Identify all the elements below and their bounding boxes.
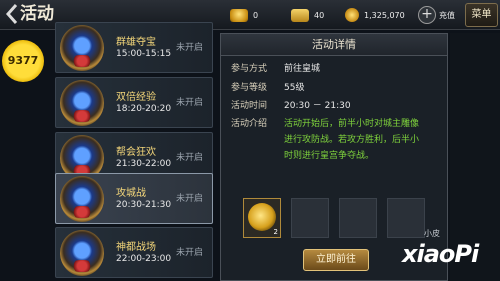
activity-row-double-exp[interactable]: 双倍经验 18:20-20:20 未开启	[55, 77, 213, 128]
detail-label: 参与等级	[231, 83, 268, 93]
activity-emblem-icon	[60, 80, 104, 126]
reward-slot-empty	[291, 198, 329, 238]
detail-value: 55级	[284, 83, 305, 93]
ingot-icon	[230, 8, 248, 22]
activity-status: 未开启	[176, 153, 204, 163]
menu-button[interactable]: 菜单	[465, 3, 498, 27]
activity-list: 群雄夺宝 15:00-15:15 未开启 双倍经验 18:20-20:20 未开…	[45, 22, 215, 281]
activity-row-qunxiong[interactable]: 群雄夺宝 15:00-15:15 未开启	[55, 22, 213, 73]
reward-count: 2	[273, 228, 278, 236]
activity-emblem-icon	[60, 25, 104, 71]
go-now-button[interactable]: 立即前往	[303, 249, 369, 271]
activity-name: 神都战场	[116, 242, 156, 253]
site-logo: 9377	[2, 40, 44, 82]
activity-status: 未开启	[176, 194, 204, 204]
gold-bag-icon	[291, 8, 309, 22]
description-line: 时则进行皇宫争夺战。	[284, 151, 375, 161]
detail-value: 前往皇城	[284, 64, 321, 74]
reward-slot-empty	[339, 198, 377, 238]
activity-emblem-icon	[60, 230, 104, 276]
activity-time: 21:30-22:00	[116, 159, 172, 169]
coin-icon	[345, 8, 359, 22]
ingot-resource: 0	[230, 6, 258, 24]
detail-value: 20:30 － 21:30	[284, 101, 351, 111]
detail-label: 活动时间	[231, 101, 268, 111]
activity-status: 未开启	[176, 248, 204, 258]
activity-time: 15:00-15:15	[116, 49, 172, 59]
gold-bag-resource: 40	[291, 6, 324, 24]
description-line: 进行攻防战。若攻方胜利，后半小	[284, 135, 420, 145]
ingot-value: 0	[253, 10, 259, 20]
detail-label: 参与方式	[231, 64, 268, 74]
activity-time: 20:30-21:30	[116, 200, 172, 210]
activity-status: 未开启	[176, 98, 204, 108]
panel-heading: 活动详情	[221, 34, 447, 56]
coin-value: 1,325,070	[364, 10, 405, 20]
activity-status: 未开启	[176, 43, 204, 53]
activity-name: 群雄夺宝	[116, 37, 156, 48]
activity-row-siege[interactable]: 攻城战 20:30-21:30 未开启	[55, 173, 213, 224]
activity-description: 活动开始后，前半小时对城主雕像 进行攻防战。若攻方胜利，后半小 时则进行皇宫争夺…	[284, 116, 444, 164]
gold-bag-value: 40	[314, 10, 325, 20]
page-title: 活动	[20, 4, 54, 24]
recharge-button[interactable]: + 充值	[418, 4, 455, 26]
watermark-big-text: xiaoPi	[402, 240, 479, 268]
activity-name: 双倍经验	[116, 92, 156, 103]
back-arrow-icon[interactable]	[5, 3, 21, 25]
activity-time: 22:00-23:00	[116, 254, 172, 264]
activity-row-shendu-battlefield[interactable]: 神都战场 22:00-23:00 未开启	[55, 227, 213, 278]
activity-emblem-icon	[60, 176, 104, 222]
plus-icon: +	[418, 6, 436, 24]
activity-time: 18:20-20:20	[116, 104, 172, 114]
activity-name: 帮会狂欢	[116, 147, 156, 158]
coin-resource: 1,325,070	[345, 6, 405, 24]
recharge-label: 充值	[439, 10, 455, 20]
watermark-logo: 小皮 xiaoPi	[398, 228, 498, 278]
description-line: 活动开始后，前半小时对城主雕像	[284, 119, 420, 129]
activity-name: 攻城战	[116, 188, 146, 199]
detail-label: 活动介绍	[231, 119, 268, 129]
watermark-small-text: 小皮	[424, 229, 440, 238]
gold-ingot-reward-icon	[248, 203, 276, 231]
reward-slot[interactable]: 2	[243, 198, 281, 238]
